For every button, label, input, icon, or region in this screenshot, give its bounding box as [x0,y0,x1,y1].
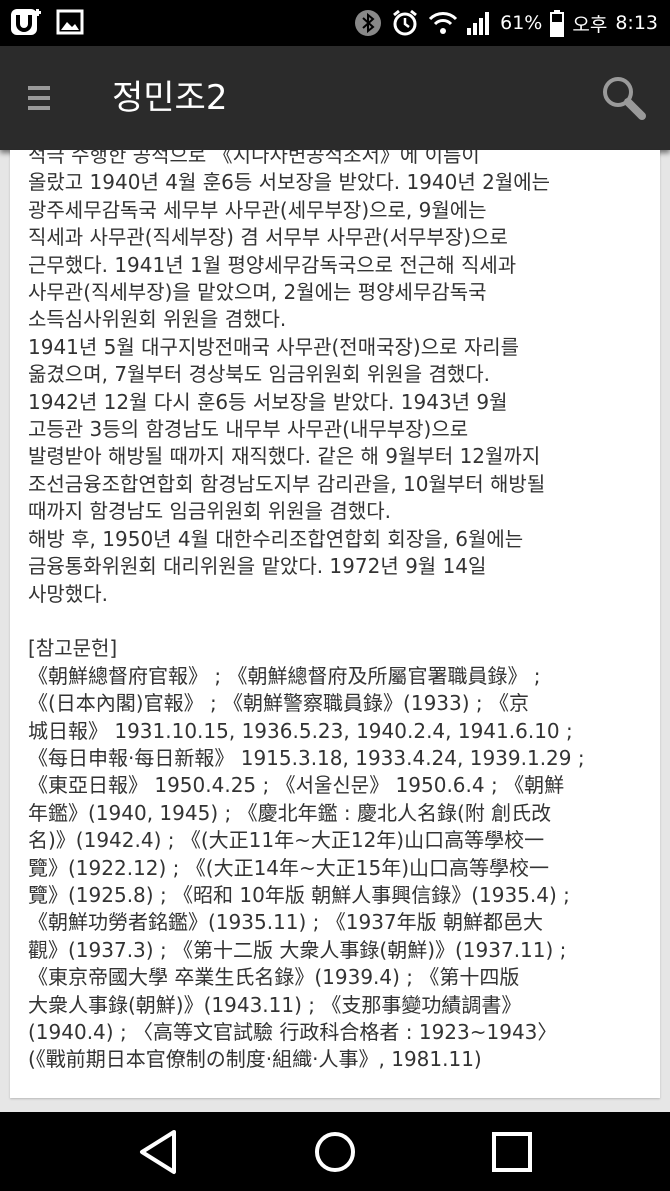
references-heading: [참고문헌] [28,636,118,661]
status-bar: 61% 오후 8:13 [0,0,670,46]
battery-icon [550,9,565,37]
hamburger-menu-icon[interactable] [28,78,68,118]
cell-signal-icon [466,10,492,36]
u-plus-app-icon [10,8,42,36]
alarm-clock-icon [390,8,420,38]
page-title: 정민조2 [112,78,228,118]
wifi-icon [428,10,458,36]
references-list: 《朝鮮總督府官報》 ; 《朝鮮總督府及所屬官署職員錄》 ; 《(日本內閣)官報》… [28,663,585,1072]
article-content: 적극 수행한 공적으로 《지나사변공적조서》에 이름이 올랐고 1940년 4월… [28,150,648,1074]
app-bar: 정민조2 [0,46,670,150]
back-triangle-icon[interactable] [132,1126,188,1178]
article-card[interactable]: 적극 수행한 공적으로 《지나사변공적조서》에 이름이 올랐고 1940년 4월… [10,150,660,1098]
home-circle-icon[interactable] [307,1126,363,1178]
bluetooth-icon [354,9,382,37]
status-bar-notifications [10,8,84,36]
battery-percent: 61% [500,12,543,34]
article-body: 적극 수행한 공적으로 《지나사변공적조서》에 이름이 올랐고 1940년 4월… [28,150,551,606]
status-bar-system: 61% 오후 8:13 [354,0,658,46]
recents-square-icon[interactable] [484,1126,540,1178]
search-icon[interactable] [598,72,650,124]
status-ampm: 오후 [572,13,608,36]
gallery-image-icon [56,8,84,36]
navigation-bar [0,1112,670,1191]
status-time: 8:13 [615,12,658,34]
